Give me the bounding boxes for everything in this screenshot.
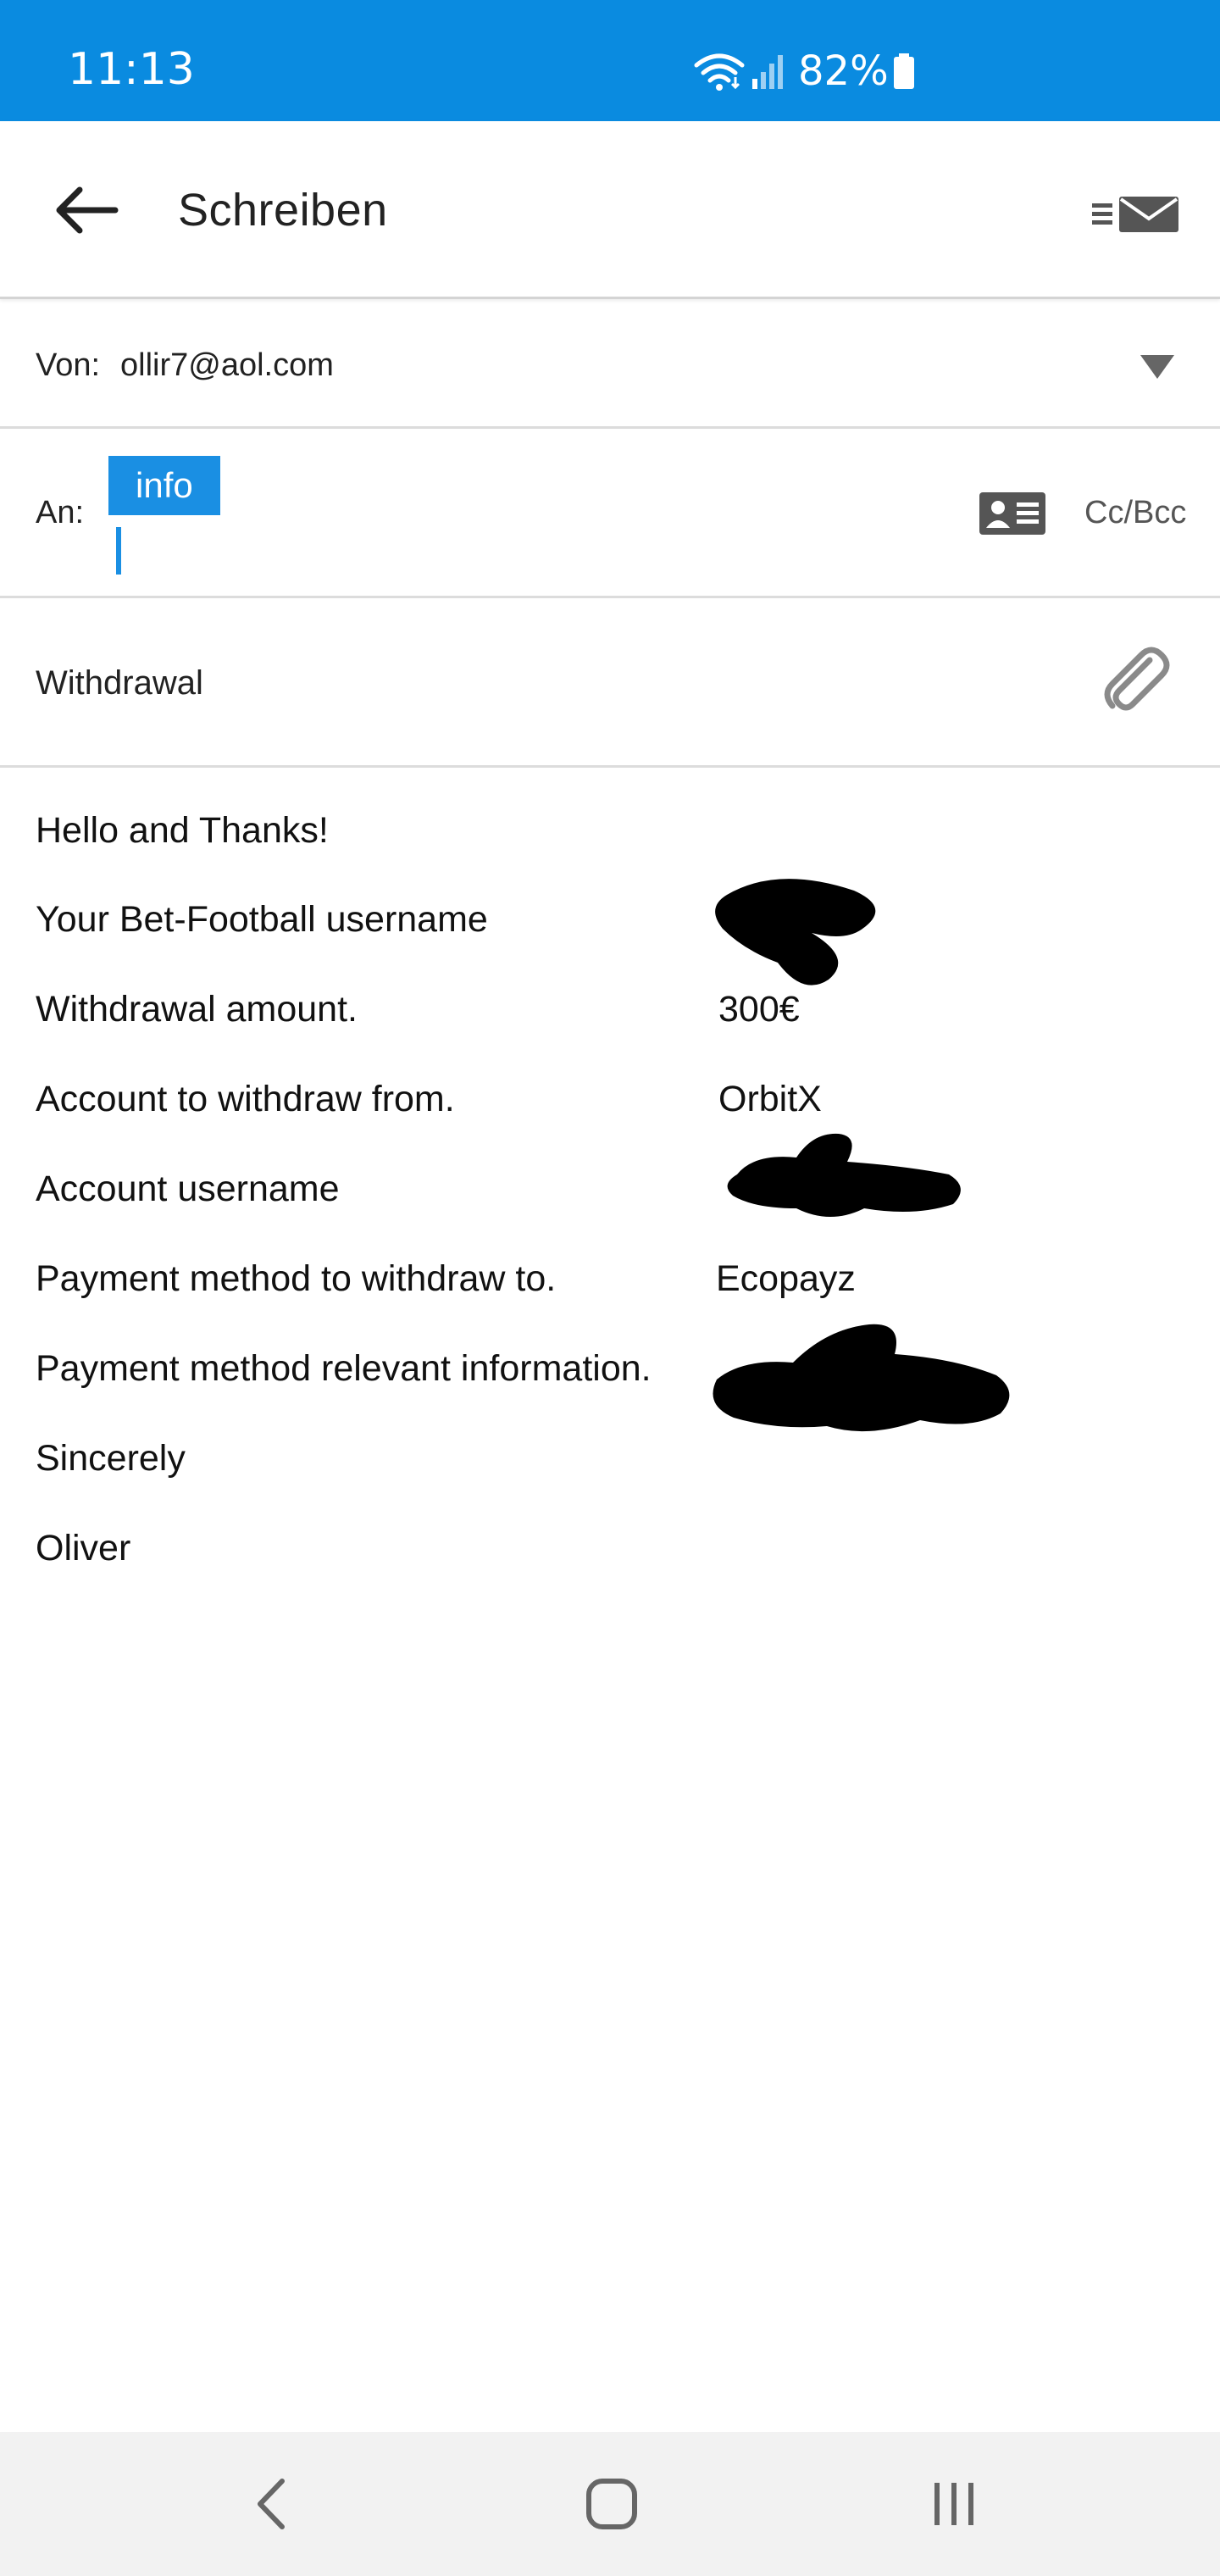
recents-icon [934,2483,973,2525]
page-title: Schreiben [178,185,388,236]
mail-mode-icon [1092,197,1178,232]
body-field-label: Your Bet-Football username [36,899,488,940]
body-field-label: Account to withdraw from. [36,1079,455,1119]
body-field-label: Account username [36,1169,340,1209]
to-input-cursor[interactable] [116,527,121,575]
nav-home-button[interactable] [569,2466,654,2542]
contacts-button[interactable] [979,490,1046,537]
paperclip-icon [1104,647,1170,711]
mail-mode-button[interactable] [1084,180,1186,248]
redaction-mark [715,879,876,985]
home-square-icon [586,2479,637,2529]
body-field-label: Payment method to withdraw to. [36,1258,557,1299]
nav-recents-button[interactable] [912,2466,996,2542]
body-field-value: Ecopayz [716,1258,856,1299]
from-dropdown-button[interactable] [1132,346,1183,388]
from-account[interactable]: ollir7@aol.com [120,347,334,384]
battery-icon [892,52,916,91]
body-field-value: OrbitX [718,1079,822,1119]
status-bar: 11:13 82% [0,0,1220,121]
subject-row: Withdrawal [0,598,1220,768]
contact-card-icon [979,492,1045,535]
status-icons: 82% [693,46,916,97]
status-time: 11:13 [68,44,195,95]
system-nav-bar [0,2432,1220,2576]
body-field-label: Payment method relevant information. [36,1348,652,1389]
app-bar: Schreiben [0,121,1220,299]
body-field-value: 300€ [718,989,800,1030]
from-label: Von: [36,347,101,383]
mail-body[interactable]: Hello and Thanks! Your Bet-Football user… [0,769,1220,2430]
subject-input[interactable]: Withdrawal [36,664,203,702]
back-arrow-icon [56,186,119,234]
cc-bcc-button[interactable]: Cc/Bcc [1084,495,1186,531]
wifi-icon [693,52,746,91]
to-label: An: [36,495,85,530]
body-signature: Oliver [36,1528,131,1568]
signal-icon [751,52,785,91]
back-button[interactable] [42,172,127,248]
attach-button[interactable] [1093,641,1178,725]
dropdown-triangle-icon [1140,355,1174,379]
recipient-chip[interactable]: info [108,456,220,515]
to-row: An: info Cc/Bcc [0,429,1220,598]
redaction-mark [713,1324,1010,1432]
body-field-label: Withdrawal amount. [36,989,358,1030]
body-greeting: Hello and Thanks! [36,810,329,851]
body-closing: Sincerely [36,1438,186,1479]
battery-percent: 82% [798,47,889,95]
nav-back-button[interactable] [229,2466,313,2542]
redaction-mark [727,1133,961,1217]
chevron-left-icon [258,2479,285,2529]
from-row: Von: ollir7@aol.com [0,302,1220,429]
